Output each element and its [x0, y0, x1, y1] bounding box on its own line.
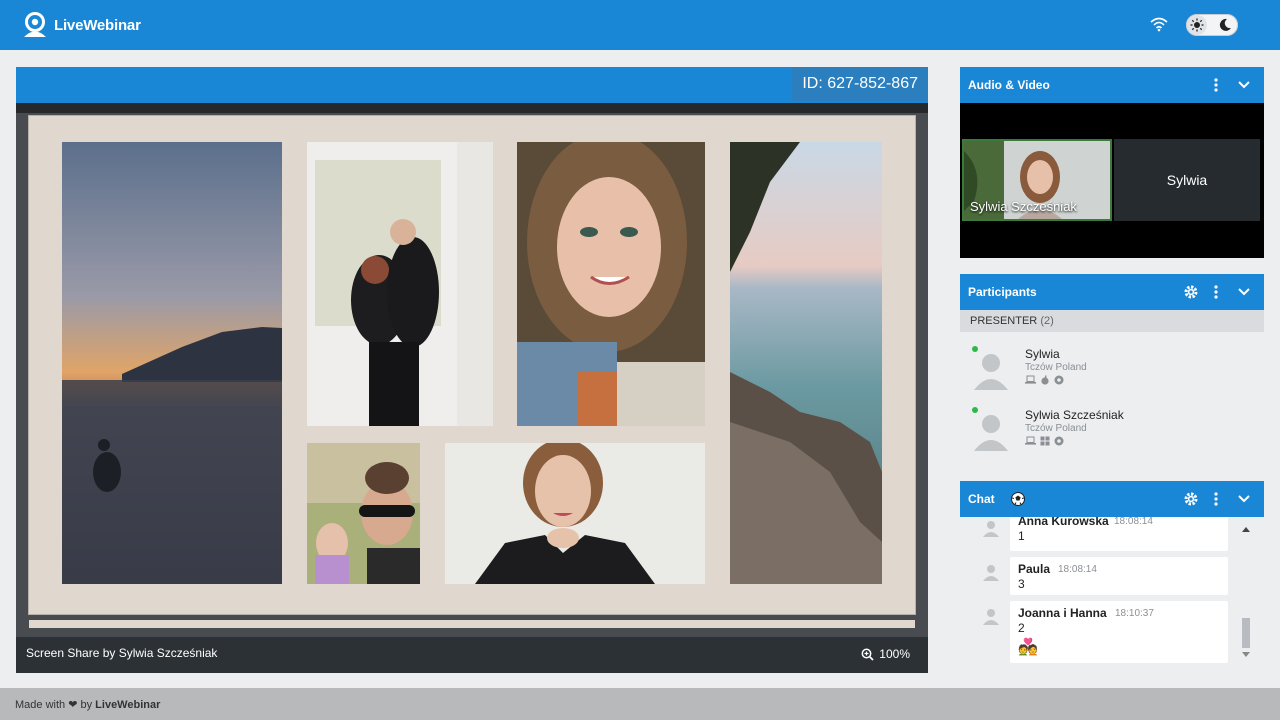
logo[interactable]: LiveWebinar: [22, 12, 141, 38]
gear-icon[interactable]: [1183, 284, 1199, 300]
avatar-icon: [983, 609, 999, 625]
footer: Made with ❤ by LiveWebinar: [0, 688, 1280, 720]
participant-name: Sylwia: [1025, 347, 1060, 361]
audio-tile-name: Sylwia: [1166, 172, 1208, 188]
chat-message: Joanna i Hanna 18:10:37 2 💑: [1010, 601, 1228, 663]
participant-name: Sylwia Szcześniak: [1025, 408, 1124, 422]
chrome-icon: [1054, 436, 1064, 446]
chevron-down-icon[interactable]: [1237, 494, 1251, 504]
moon-icon: [1219, 18, 1231, 31]
livewebinar-logo-icon: [24, 12, 46, 37]
apple-icon: [1041, 375, 1049, 385]
video-tile[interactable]: Sylwia Szcześniak: [962, 139, 1112, 221]
gear-icon[interactable]: [1183, 491, 1199, 507]
chat-author: Paula: [1018, 562, 1051, 576]
stage-header: ID: 627-852-867: [16, 67, 928, 103]
chat-author: Joanna i Hanna: [1018, 606, 1107, 620]
more-options-icon[interactable]: [1211, 284, 1221, 300]
chat-time: 18:08:14: [1058, 564, 1097, 575]
avatar-icon: [974, 415, 1008, 451]
participants-title: Participants: [968, 285, 1037, 299]
webinar-id: ID: 627-852-867: [792, 67, 928, 101]
avatar-icon: [983, 565, 999, 581]
laptop-icon: [1025, 436, 1036, 445]
scroll-down-icon[interactable]: [1242, 652, 1250, 658]
photo-couple: [307, 142, 493, 426]
sun-icon: [1190, 18, 1204, 32]
chat-title: Chat: [968, 492, 995, 506]
chat-panel: Anna Kurowska 18:08:14 1 Paula 18:08:14 …: [960, 517, 1264, 669]
top-bar: LiveWebinar: [0, 0, 1280, 50]
chat-time: 18:10:37: [1115, 608, 1154, 619]
footer-made-with: Made with: [15, 699, 66, 711]
heart-icon: ❤: [68, 699, 78, 711]
soccer-ball-icon: [1011, 492, 1025, 506]
scroll-thumb[interactable]: [1242, 618, 1250, 648]
participant-row[interactable]: Sylwia Tczów Poland: [960, 340, 1264, 396]
scroll-up-icon[interactable]: [1242, 526, 1250, 532]
video-tile-name: Sylwia Szcześniak: [970, 199, 1077, 214]
footer-credit: Made with ❤ by LiveWebinar: [15, 698, 160, 711]
chevron-down-icon[interactable]: [1237, 287, 1251, 297]
audio-video-panel: Sylwia Szcześniak Sylwia: [960, 103, 1264, 258]
avatar-icon: [974, 354, 1008, 390]
participant-row[interactable]: Sylwia Szcześniak Tczów Poland: [960, 401, 1264, 457]
chat-emoji: 💑: [1018, 639, 1038, 656]
presenter-count: (2): [1040, 315, 1054, 327]
participants-panel-header: Participants: [960, 274, 1264, 310]
stage-footer: Screen Share by Sylwia Szcześniak 100%: [16, 637, 928, 673]
audio-tile[interactable]: Sylwia: [1114, 139, 1260, 221]
presenter-group-header[interactable]: PRESENTER (2): [960, 310, 1264, 332]
brand-name: LiveWebinar: [54, 16, 141, 34]
chevron-down-icon[interactable]: [1237, 80, 1251, 90]
participant-devices: [1025, 436, 1064, 446]
chat-message: Anna Kurowska 18:08:14 1: [1010, 517, 1228, 551]
laptop-icon: [1025, 375, 1036, 384]
theme-toggle[interactable]: [1186, 14, 1238, 36]
shared-slide: [29, 116, 915, 614]
photo-portrait: [445, 443, 705, 584]
more-options-icon[interactable]: [1211, 491, 1221, 507]
zoom-level: 100%: [879, 647, 910, 661]
chat-time: 18:08:14: [1114, 517, 1153, 527]
chat-text: 2: [1018, 621, 1025, 635]
audio-video-panel-header: Audio & Video: [960, 67, 1264, 103]
windows-icon: [1040, 436, 1050, 446]
photo-sunset-sea: [62, 142, 282, 584]
photo-mother-child: [307, 443, 420, 584]
participants-panel: PRESENTER (2) Sylwia Tczów Poland Sylwia…: [960, 310, 1264, 466]
zoom-in-icon: [861, 648, 874, 661]
chat-message: Paula 18:08:14 3: [1010, 557, 1228, 595]
participant-devices: [1025, 375, 1064, 385]
chat-scrollbar[interactable]: [1240, 520, 1252, 664]
footer-brand[interactable]: LiveWebinar: [95, 699, 160, 711]
chat-text: 3: [1018, 577, 1025, 591]
more-options-icon[interactable]: [1211, 77, 1221, 93]
participant-location: Tczów Poland: [1025, 362, 1087, 373]
zoom-control[interactable]: 100%: [861, 647, 910, 661]
photo-selfie: [517, 142, 705, 426]
wifi-icon: [1150, 17, 1168, 32]
chat-panel-header: Chat: [960, 481, 1264, 517]
chrome-icon: [1054, 375, 1064, 385]
screen-share-label: Screen Share by Sylwia Szcześniak: [26, 646, 218, 660]
presenter-group-label: PRESENTER: [970, 315, 1038, 327]
next-slide-edge: [29, 620, 915, 628]
chat-author: Anna Kurowska: [1018, 517, 1109, 528]
participant-location: Tczów Poland: [1025, 423, 1087, 434]
footer-by: by: [80, 699, 93, 711]
chat-text: 1: [1018, 529, 1025, 543]
avatar-icon: [983, 521, 999, 537]
audio-video-title: Audio & Video: [968, 78, 1050, 92]
photo-seashore: [730, 142, 882, 584]
